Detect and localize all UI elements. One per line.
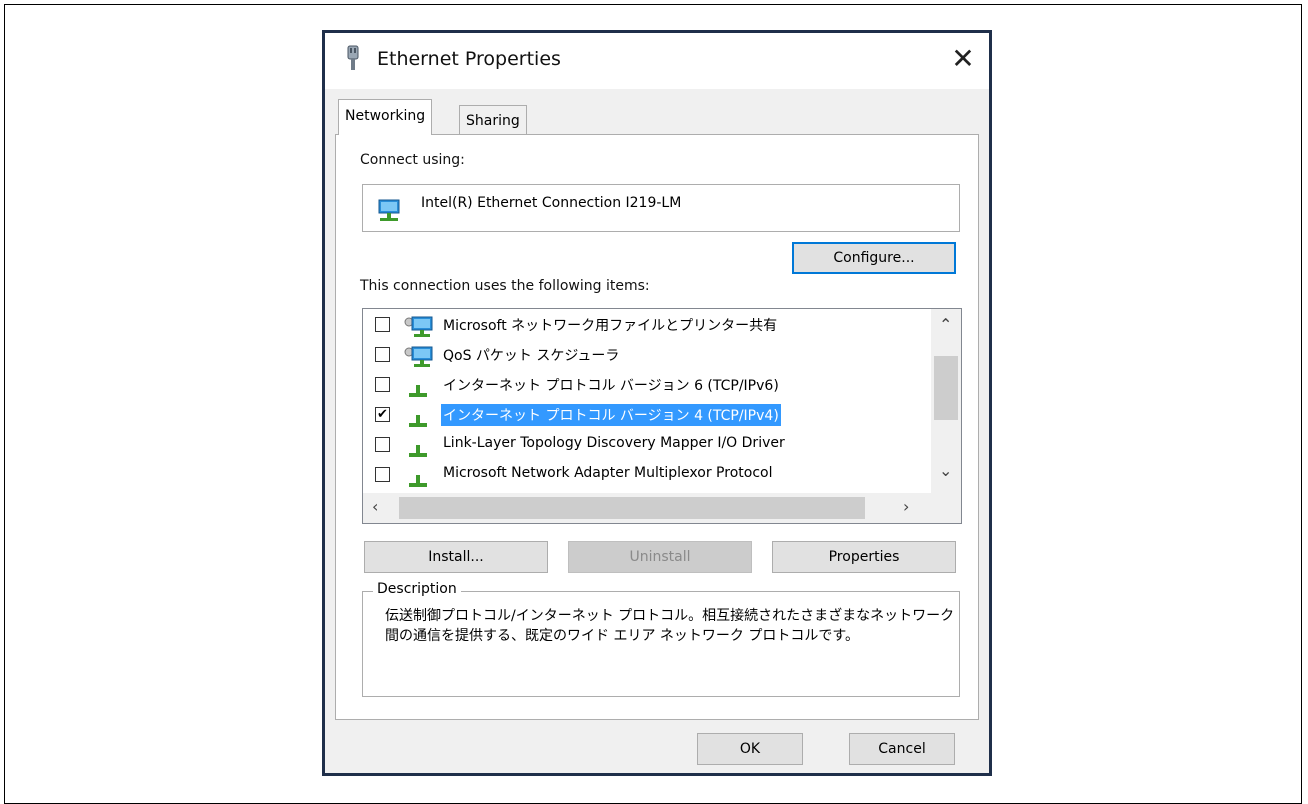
protocol-icon <box>409 415 427 427</box>
connect-using-label: Connect using: <box>360 152 465 168</box>
item-checkbox[interactable] <box>375 377 390 392</box>
item-checkbox-checked[interactable]: ✔ <box>375 407 390 422</box>
network-adapter-icon <box>378 199 400 221</box>
protocol-icon <box>409 445 427 457</box>
description-group: Description 伝送制御プロトコル/インターネット プロトコル。相互接続… <box>362 581 960 697</box>
protocol-icon <box>409 475 427 487</box>
vertical-scrollbar[interactable]: ⌃ ⌄ <box>931 309 961 493</box>
scroll-right-icon[interactable]: › <box>903 497 909 516</box>
horizontal-scrollbar[interactable]: ‹ › <box>363 493 961 523</box>
item-label: インターネット プロトコル バージョン 6 (TCP/IPv6) <box>443 378 779 394</box>
items-label: This connection uses the following items… <box>360 278 650 294</box>
tab-sharing[interactable]: Sharing <box>459 105 527 135</box>
adapter-name: Intel(R) Ethernet Connection I219-LM <box>421 195 682 211</box>
ethernet-plug-icon <box>347 45 359 70</box>
list-item-selected[interactable]: ✔ インターネット プロトコル バージョン 4 (TCP/IPv4) <box>363 402 933 432</box>
ok-button[interactable]: OK <box>697 733 803 765</box>
list-item[interactable]: Microsoft ネットワーク用ファイルとプリンター共有 <box>363 312 933 342</box>
install-button[interactable]: Install... <box>364 541 548 573</box>
close-icon: ✕ <box>951 42 975 75</box>
vertical-scroll-thumb[interactable] <box>934 356 958 420</box>
description-text: 伝送制御プロトコル/インターネット プロトコル。相互接続されたさまざまなネットワ… <box>385 608 955 644</box>
item-label: Link-Layer Topology Discovery Mapper I/O… <box>443 435 785 451</box>
description-title: Description <box>373 581 461 597</box>
tab-networking[interactable]: Networking <box>338 99 433 135</box>
item-checkbox[interactable] <box>375 347 390 362</box>
item-checkbox[interactable] <box>375 467 390 482</box>
list-item[interactable]: Link-Layer Topology Discovery Mapper I/O… <box>363 432 933 462</box>
list-item[interactable]: QoS パケット スケジューラ <box>363 342 933 372</box>
cancel-button[interactable]: Cancel <box>849 733 955 765</box>
item-label: QoS パケット スケジューラ <box>443 348 620 364</box>
scroll-down-icon[interactable]: ⌄ <box>939 461 952 480</box>
networking-tab-panel: Connect using: Intel(R) Ethernet Connect… <box>335 134 979 720</box>
scroll-up-icon[interactable]: ⌃ <box>939 315 952 334</box>
list-item[interactable]: インターネット プロトコル バージョン 6 (TCP/IPv6) <box>363 372 933 402</box>
adapter-field: Intel(R) Ethernet Connection I219-LM <box>362 184 960 232</box>
network-service-icon <box>404 316 433 337</box>
configure-button[interactable]: Configure... <box>792 242 956 274</box>
scroll-left-icon[interactable]: ‹ <box>372 497 378 516</box>
protocol-icon <box>409 385 427 397</box>
item-label: インターネット プロトコル バージョン 4 (TCP/IPv4) <box>441 404 781 426</box>
item-label: Microsoft ネットワーク用ファイルとプリンター共有 <box>443 318 778 334</box>
window-title: Ethernet Properties <box>377 48 561 70</box>
close-button[interactable]: ✕ <box>941 39 985 79</box>
item-label: Microsoft Network Adapter Multiplexor Pr… <box>443 465 773 481</box>
uninstall-button: Uninstall <box>568 541 752 573</box>
horizontal-scroll-thumb[interactable] <box>399 497 865 519</box>
ethernet-properties-dialog: Ethernet Properties ✕ Networking Sharing… <box>322 30 992 776</box>
item-checkbox[interactable] <box>375 317 390 332</box>
items-listbox[interactable]: Microsoft ネットワーク用ファイルとプリンター共有 QoS パケット ス… <box>362 308 962 524</box>
properties-button[interactable]: Properties <box>772 541 956 573</box>
list-item[interactable]: Microsoft Network Adapter Multiplexor Pr… <box>363 462 933 492</box>
title-bar: Ethernet Properties ✕ <box>325 33 989 89</box>
network-service-icon <box>404 346 433 367</box>
item-checkbox[interactable] <box>375 437 390 452</box>
